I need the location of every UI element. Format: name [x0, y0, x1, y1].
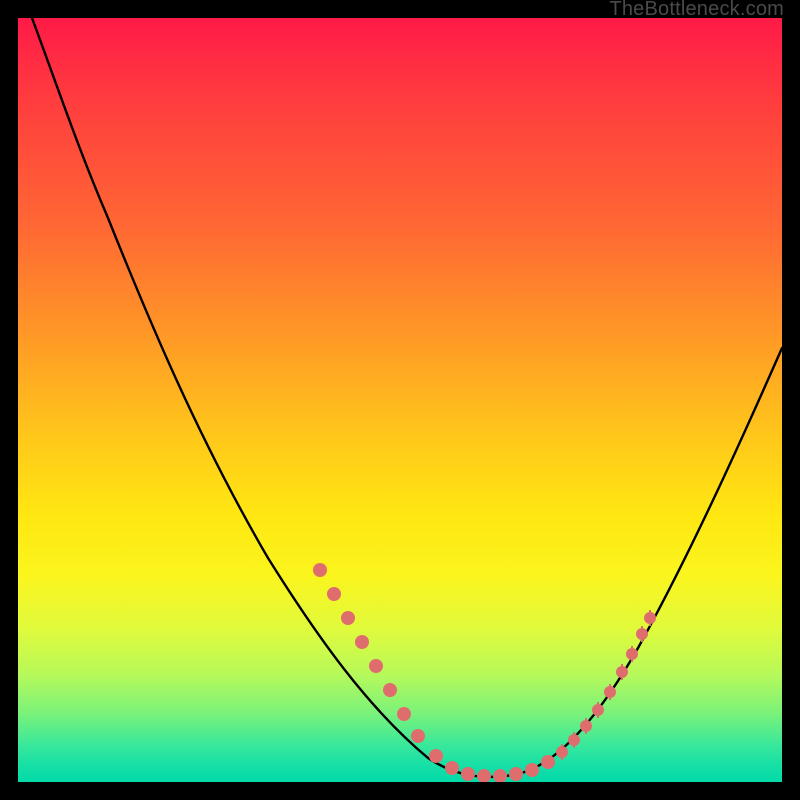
- chart-frame: [18, 18, 782, 782]
- watermark-text: TheBottleneck.com: [609, 0, 784, 21]
- markers-left-cluster: [313, 563, 425, 743]
- chart-overlay: [18, 18, 782, 782]
- markers-right-cluster: [556, 610, 656, 760]
- bottleneck-curve: [32, 18, 782, 777]
